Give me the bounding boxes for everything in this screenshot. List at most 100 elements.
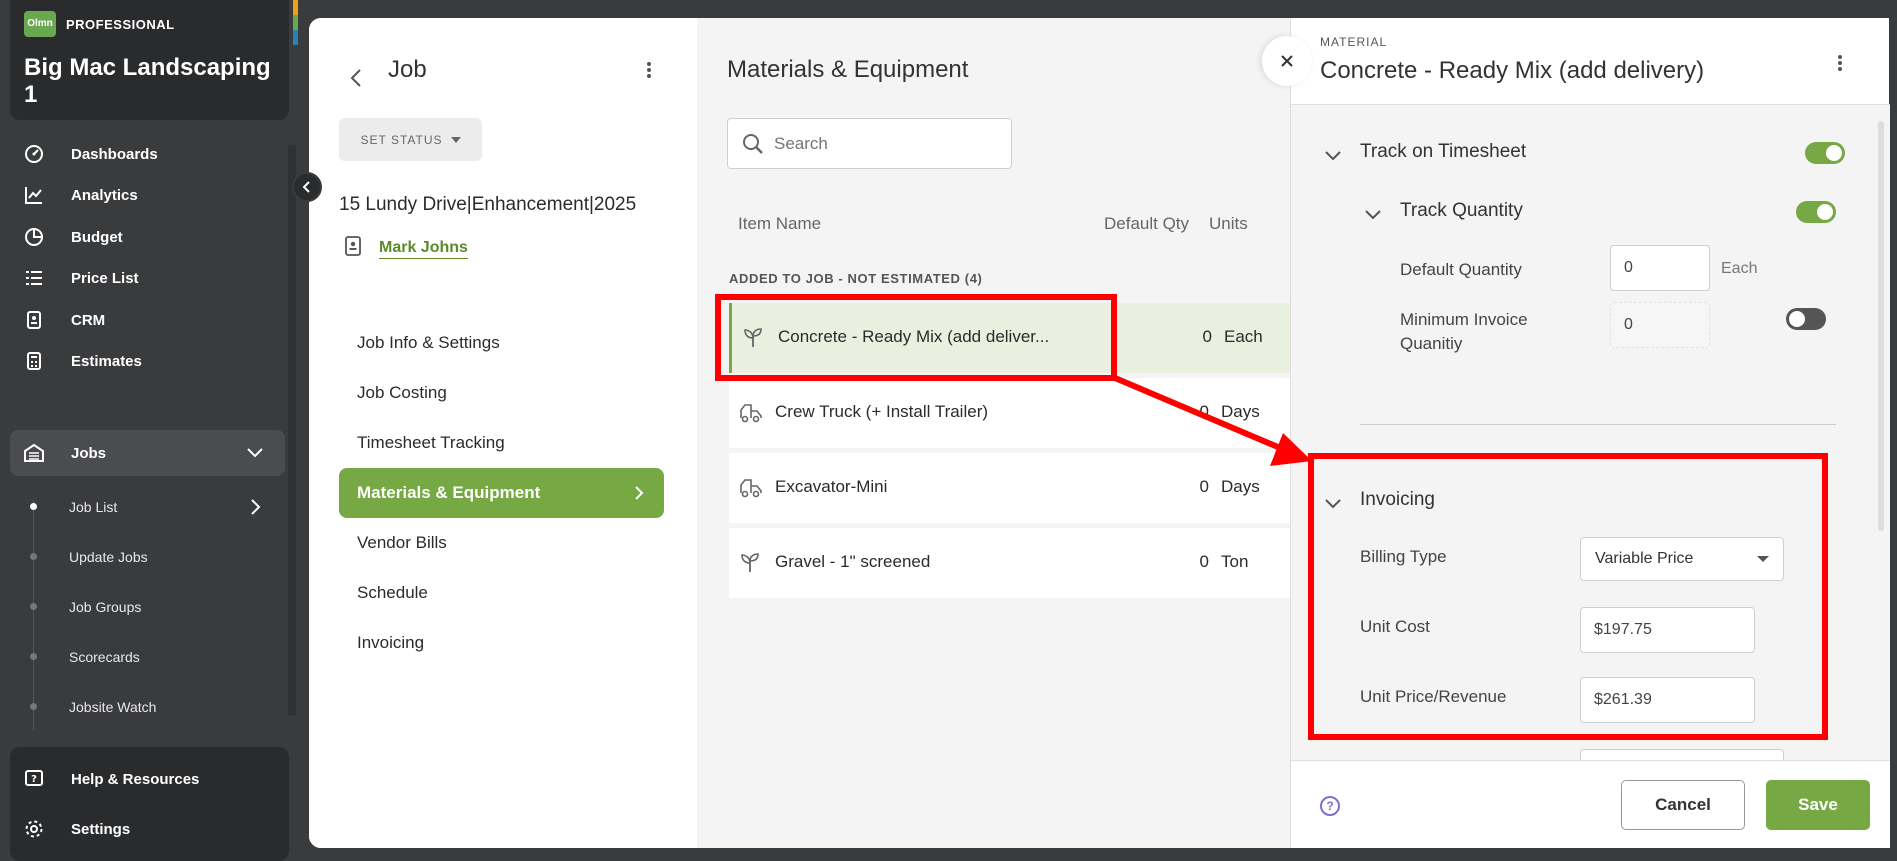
track-quantity-label: Track Quantity — [1400, 200, 1523, 221]
job-menu-item-materials-equipment[interactable]: Materials & Equipment — [339, 468, 664, 518]
job-menu-label: Timesheet Tracking — [357, 433, 505, 452]
sidebar-item-label: Dashboards — [71, 145, 158, 163]
set-status-button[interactable]: SET STATUS — [339, 118, 482, 161]
next-field-input[interactable] — [1580, 749, 1784, 760]
job-menu-item-info-settings[interactable]: Job Info & Settings — [339, 318, 664, 368]
kebab-menu-icon[interactable] — [1837, 53, 1843, 78]
column-header-default-qty[interactable]: Default Qty — [1104, 214, 1189, 234]
min-invoice-qty-label: Minimum Invoice Quanitiy — [1400, 310, 1528, 353]
org-header[interactable]: Olmn PROFESSIONAL Big Mac Landscaping 1 — [10, 0, 298, 120]
sidebar-item-price-list[interactable]: Price List — [10, 255, 285, 301]
min-invoice-qty-input[interactable]: 0 — [1610, 302, 1710, 348]
subnav-label: Scorecards — [69, 649, 140, 665]
table-row[interactable]: Gravel - 1" screened 0 Ton — [729, 528, 1329, 598]
chevron-right-icon[interactable] — [245, 497, 265, 520]
section-divider — [1360, 424, 1836, 425]
subnav-label: Job Groups — [69, 599, 142, 615]
subnav-item-job-groups[interactable]: Job Groups — [10, 585, 285, 629]
row-name: Excavator-Mini — [775, 477, 888, 496]
sidebar: Olmn PROFESSIONAL Big Mac Landscaping 1 … — [0, 0, 300, 861]
column-header-item-name[interactable]: Item Name — [738, 214, 821, 234]
sidebar-item-label: Estimates — [71, 352, 142, 370]
plan-tier: PROFESSIONAL — [66, 17, 175, 32]
column-header-units[interactable]: Units — [1209, 214, 1248, 234]
inactive-dot — [30, 553, 37, 560]
subnav-item-job-list[interactable]: Job List — [10, 485, 285, 529]
back-arrow-icon[interactable] — [349, 68, 363, 93]
drawer-scrollbar[interactable] — [1878, 121, 1884, 531]
sprout-icon — [739, 552, 761, 579]
job-menu-item-job-costing[interactable]: Job Costing — [339, 368, 664, 418]
default-quantity-unit: Each — [1721, 260, 1758, 277]
job-menu-label: Invoicing — [357, 633, 425, 652]
set-status-label: SET STATUS — [360, 132, 443, 147]
sidebar-bottom: ? Help & Resources Settings — [10, 747, 289, 861]
job-menu-item-schedule[interactable]: Schedule — [339, 568, 664, 618]
toggle-knob — [1826, 145, 1842, 161]
svg-text:?: ? — [31, 774, 37, 785]
sidebar-item-estimates[interactable]: Estimates — [10, 338, 285, 384]
sidebar-item-label: Jobs — [71, 444, 107, 462]
close-icon — [1281, 55, 1293, 67]
job-address: 15 Lundy Drive|Enhancement|2025 — [339, 194, 637, 215]
chevron-down-icon[interactable] — [1364, 208, 1382, 226]
sidebar-item-jobs[interactable]: Jobs — [10, 430, 285, 476]
chevron-down-icon[interactable] — [1324, 149, 1342, 167]
track-timesheet-toggle[interactable] — [1805, 142, 1845, 164]
track-timesheet-label: Track on Timesheet — [1360, 141, 1527, 162]
sidebar-item-dashboards[interactable]: Dashboards — [10, 131, 285, 177]
kebab-menu-icon[interactable] — [646, 60, 652, 85]
job-panel: Job SET STATUS 15 Lundy Drive|Enhancemen… — [309, 18, 697, 848]
subnav-item-update-jobs[interactable]: Update Jobs — [10, 535, 285, 579]
sidebar-collapse-button[interactable] — [292, 172, 322, 202]
sidebar-item-label: Budget — [71, 228, 123, 246]
contact-link[interactable]: Mark Johns — [379, 239, 468, 259]
sidebar-item-settings[interactable]: Settings — [10, 806, 285, 852]
job-menu-item-timesheet-tracking[interactable]: Timesheet Tracking — [339, 418, 664, 468]
close-drawer-button[interactable] — [1262, 36, 1312, 86]
chevron-left-icon — [302, 181, 310, 193]
sidebar-item-label: Price List — [71, 269, 139, 287]
track-quantity-toggle[interactable] — [1796, 201, 1836, 223]
inactive-dot — [30, 703, 37, 710]
subnav-item-scorecards[interactable]: Scorecards — [10, 635, 285, 679]
min-invoice-qty-toggle[interactable] — [1786, 308, 1826, 330]
drawer-footer: ? Cancel Save — [1291, 760, 1890, 848]
dashboard-gauge-icon — [22, 142, 46, 166]
row-unit: Ton — [1221, 552, 1249, 571]
search-box[interactable] — [727, 118, 1012, 169]
contact-card-icon — [345, 236, 361, 261]
calculator-icon — [22, 349, 46, 373]
group-label: ADDED TO JOB - NOT ESTIMATED (4) — [729, 271, 983, 286]
job-menu-item-vendor-bills[interactable]: Vendor Bills — [339, 518, 664, 568]
row-unit: Days — [1221, 477, 1260, 496]
job-menu-label: Schedule — [357, 583, 428, 602]
sidebar-item-label: Settings — [71, 820, 131, 838]
sidebar-item-crm[interactable]: CRM — [10, 297, 285, 343]
sidebar-item-analytics[interactable]: Analytics — [10, 172, 285, 218]
default-quantity-input[interactable]: 0 — [1610, 245, 1710, 291]
job-menu-item-invoicing[interactable]: Invoicing — [339, 618, 664, 668]
row-name: Gravel - 1" screened — [775, 552, 931, 571]
job-menu-label: Job Info & Settings — [357, 333, 500, 352]
sidebar-scrollbar[interactable] — [288, 145, 296, 715]
truck-icon — [739, 477, 763, 504]
toggle-knob — [1789, 311, 1805, 327]
help-icon[interactable]: ? — [1320, 796, 1340, 816]
subnav-item-jobsite-watch[interactable]: Jobsite Watch — [10, 685, 285, 729]
sidebar-item-help[interactable]: ? Help & Resources — [10, 756, 285, 802]
table-row[interactable]: Crew Truck (+ Install Trailer) 0 Days — [729, 378, 1329, 448]
table-row[interactable]: Excavator-Mini 0 Days — [729, 453, 1329, 523]
cancel-button[interactable]: Cancel — [1621, 780, 1745, 830]
chevron-down-icon[interactable] — [245, 442, 265, 466]
save-button[interactable]: Save — [1766, 780, 1870, 830]
job-heading: Job — [388, 56, 427, 83]
chevron-right-icon — [634, 485, 644, 506]
search-input[interactable] — [774, 133, 994, 154]
app-logo: Olmn — [24, 11, 56, 37]
row-qty: 0 — [1199, 477, 1209, 496]
sidebar-item-label: Analytics — [71, 186, 138, 204]
sidebar-item-budget[interactable]: Budget — [10, 214, 285, 260]
drawer-eyebrow: MATERIAL — [1320, 35, 1388, 49]
annotation-box-invoicing — [1308, 453, 1828, 740]
